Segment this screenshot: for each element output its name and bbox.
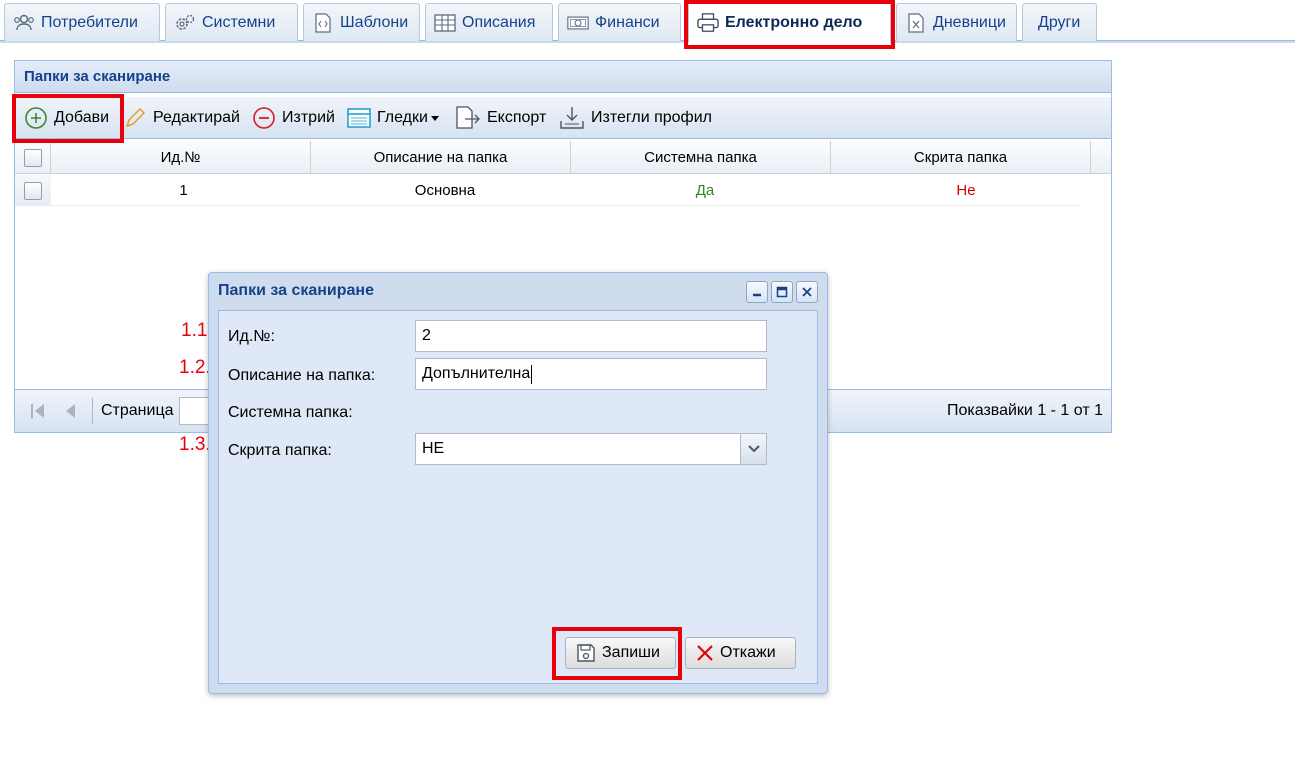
pager-summary: Показвайки 1 - 1 от 1 (946, 402, 1103, 419)
cell-description: Основна (414, 182, 476, 199)
views-button[interactable]: Гледки (347, 103, 446, 133)
dialog-body: Ид.№: 2 Описание на папка: Допълнителна … (218, 310, 818, 684)
description-field-value: Допълнителна (422, 365, 531, 382)
tab-label: Други (1038, 13, 1081, 31)
download-profile-button[interactable]: Изтегли профил (559, 103, 712, 133)
prev-page-icon[interactable] (63, 402, 77, 420)
code-file-icon (312, 12, 334, 34)
cancel-button[interactable]: Откажи (685, 637, 796, 669)
grid-header: Ид.№ Описание на папка Системна папка Ск… (15, 141, 1111, 174)
edit-button-label: Редактирай (153, 109, 240, 126)
table-row[interactable]: 1 Основна Да Не (15, 175, 1081, 206)
maximize-button[interactable] (771, 281, 793, 303)
col-header-description[interactable]: Описание на папка (311, 141, 571, 174)
tab-logs[interactable]: Дневници (896, 3, 1017, 41)
page-label: Страница (101, 402, 174, 419)
tab-label: Шаблони (340, 13, 409, 31)
export-button-label: Експорт (487, 109, 547, 126)
dialog-title: Папки за сканиране (218, 282, 374, 299)
hidden-folder-label: Скрита папка: (228, 442, 332, 459)
tab-system[interactable]: Системни (165, 3, 298, 41)
tab-descriptions[interactable]: Описания (425, 3, 553, 41)
save-button-label: Запиши (602, 644, 660, 661)
pager-separator (92, 398, 93, 424)
hidden-folder-select[interactable]: НЕ (415, 433, 767, 465)
window-icon (347, 108, 371, 128)
cell-system: Да (695, 182, 715, 199)
tab-label: Потребители (41, 13, 138, 31)
col-header-hidden[interactable]: Скрита папка (831, 141, 1091, 174)
tab-users[interactable]: Потребители (4, 3, 160, 41)
row-checkbox[interactable] (24, 181, 42, 200)
add-button-label: Добави (54, 109, 110, 126)
delete-button[interactable]: Изтрий (252, 103, 335, 133)
text-cursor (531, 364, 533, 384)
description-field[interactable]: Допълнителна (415, 358, 767, 390)
col-header-system[interactable]: Системна папка (571, 141, 831, 174)
tab-templates[interactable]: Шаблони (303, 3, 420, 41)
tab-other[interactable]: Други (1022, 3, 1097, 41)
close-icon (802, 287, 812, 297)
row-checkbox-cell (15, 175, 51, 206)
dropdown-caret-icon (430, 116, 439, 121)
id-label: Ид.№: (228, 328, 275, 345)
download-profile-label: Изтегли профил (591, 109, 712, 126)
cell-id: 1 (179, 182, 188, 199)
export-button[interactable]: Експорт (455, 103, 546, 133)
hidden-folder-value: НЕ (422, 440, 445, 457)
select-all-checkbox[interactable] (23, 148, 42, 167)
tab-label: Дневници (933, 13, 1006, 31)
description-label: Описание на папка: (228, 367, 376, 384)
select-all-cell (15, 141, 51, 174)
first-page-icon[interactable] (29, 402, 47, 420)
download-icon (560, 107, 584, 129)
printer-icon (697, 12, 719, 34)
maximize-icon (776, 286, 788, 298)
annotation-1-3: 1.3. (179, 434, 211, 455)
col-header-id[interactable]: Ид.№ (51, 141, 311, 174)
id-field[interactable]: 2 (415, 320, 767, 352)
scan-folder-dialog: Папки за сканиране Ид.№: 2 Описание на п… (208, 272, 828, 694)
views-button-label: Гледки (377, 109, 428, 126)
tab-label: Описания (462, 13, 536, 31)
banknote-icon (567, 12, 589, 34)
add-circle-icon (25, 107, 47, 129)
tab-label: Електронно дело (725, 14, 863, 31)
chevron-down-icon (747, 445, 760, 453)
top-tab-bar: Потребители Системни Шаблони Описания Фи… (0, 0, 1295, 44)
annotation-1-2: 1.2. (179, 357, 211, 378)
tab-label: Финанси (595, 13, 660, 31)
tab-electronic-case[interactable]: Електронно дело (688, 2, 891, 43)
close-button[interactable] (796, 281, 818, 303)
panel-title: Папки за сканиране (15, 61, 1111, 93)
tab-finance[interactable]: Финанси (558, 3, 681, 41)
gears-icon (174, 12, 196, 34)
remove-circle-icon (253, 107, 275, 129)
system-folder-label: Системна папка: (228, 404, 353, 421)
users-icon (13, 12, 35, 34)
delete-button-label: Изтрий (282, 109, 335, 126)
floppy-disk-icon (577, 644, 595, 662)
panel-toolbar: Добави Редактирай Изтрий Гледки Експорт … (15, 97, 1111, 139)
add-button[interactable]: Добави (24, 103, 109, 133)
id-field-value: 2 (422, 327, 431, 344)
cancel-button-label: Откажи (720, 644, 776, 661)
tab-label: Системни (202, 13, 276, 31)
excel-file-icon (905, 12, 927, 34)
minimize-button[interactable] (746, 281, 768, 303)
save-button[interactable]: Запиши (565, 637, 676, 669)
edit-button[interactable]: Редактирай (123, 103, 240, 133)
cell-hidden: Не (956, 182, 976, 199)
select-trigger[interactable] (740, 434, 766, 464)
table-icon (434, 12, 456, 34)
export-file-icon (456, 106, 480, 129)
pencil-icon (125, 107, 146, 128)
minimize-icon (753, 293, 761, 297)
close-x-icon (697, 645, 713, 661)
